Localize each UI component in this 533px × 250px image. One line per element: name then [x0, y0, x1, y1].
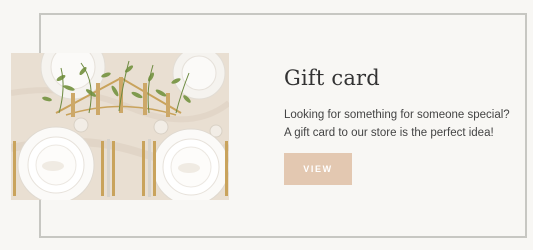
table-setting-illustration — [11, 53, 229, 200]
gift-card-title: Gift card — [284, 66, 380, 90]
description-line-2: A gift card to our store is the perfect … — [284, 127, 494, 139]
gift-card-description: Looking for something for someone specia… — [284, 106, 519, 142]
view-gift-card-button[interactable]: VIEW — [284, 153, 352, 185]
table-setting-photo — [11, 53, 229, 200]
description-line-1: Looking for something for someone specia… — [284, 109, 510, 121]
